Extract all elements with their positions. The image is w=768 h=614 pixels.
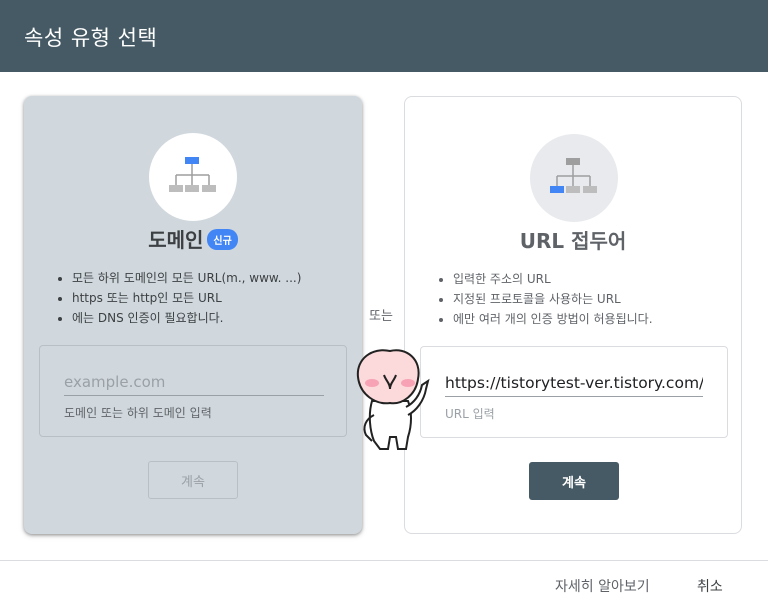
list-item: 지정된 프로토콜을 사용하는 URL [453,289,653,309]
domain-input-box: example.com 도메인 또는 하위 도메인 입력 [39,345,347,437]
list-item: 에만 여러 개의 인증 방법이 허용됩니다. [453,309,653,329]
domain-input-hint: 도메인 또는 하위 도메인 입력 [64,406,212,420]
url-bullet-list: 입력한 주소의 URL 지정된 프로토콜을 사용하는 URL 에만 여러 개의 … [435,269,653,329]
list-item: 에는 DNS 인증이 필요합니다. [72,308,301,328]
domain-input[interactable]: example.com [64,373,324,396]
dialog-title: 속성 유형 선택 [24,26,158,50]
new-badge: 신규 [207,229,238,250]
list-item: 입력한 주소의 URL [453,269,653,289]
domain-bullet-list: 모든 하위 도메인의 모든 URL(m., www. ...) https 또는… [54,268,301,328]
footer-divider [0,560,768,561]
url-continue-button[interactable]: 계속 [529,462,619,500]
or-separator: 또는 [369,309,393,324]
sitemap-icon [550,158,597,193]
url-input-hint: URL 입력 [445,407,495,421]
url-input-box: https://tistorytest-ver.tistory.com/ URL… [420,346,728,438]
sitemap-icon [169,157,216,192]
list-item: https 또는 http인 모든 URL [72,288,301,308]
peach-mascot-sticker [356,349,430,450]
cancel-button[interactable]: 취소 [697,576,723,596]
url-prefix-card[interactable]: URL 접두어 입력한 주소의 URL 지정된 프로토콜을 사용하는 URL 에… [404,96,742,534]
domain-title-text: 도메인 [148,228,204,252]
dialog-header: 속성 유형 선택 [0,0,768,72]
learn-more-link[interactable]: 자세히 알아보기 [555,576,650,596]
url-input[interactable]: https://tistorytest-ver.tistory.com/ [445,374,703,397]
url-card-title: URL 접두어 [519,229,627,253]
list-item: 모든 하위 도메인의 모든 URL(m., www. ...) [72,268,301,288]
url-icon-circle [530,134,618,222]
domain-icon-circle [149,133,237,221]
domain-continue-button[interactable]: 계속 [148,461,238,499]
domain-card[interactable]: 도메인신규 모든 하위 도메인의 모든 URL(m., www. ...) ht… [24,96,362,534]
domain-card-title: 도메인 신규 [24,224,362,253]
